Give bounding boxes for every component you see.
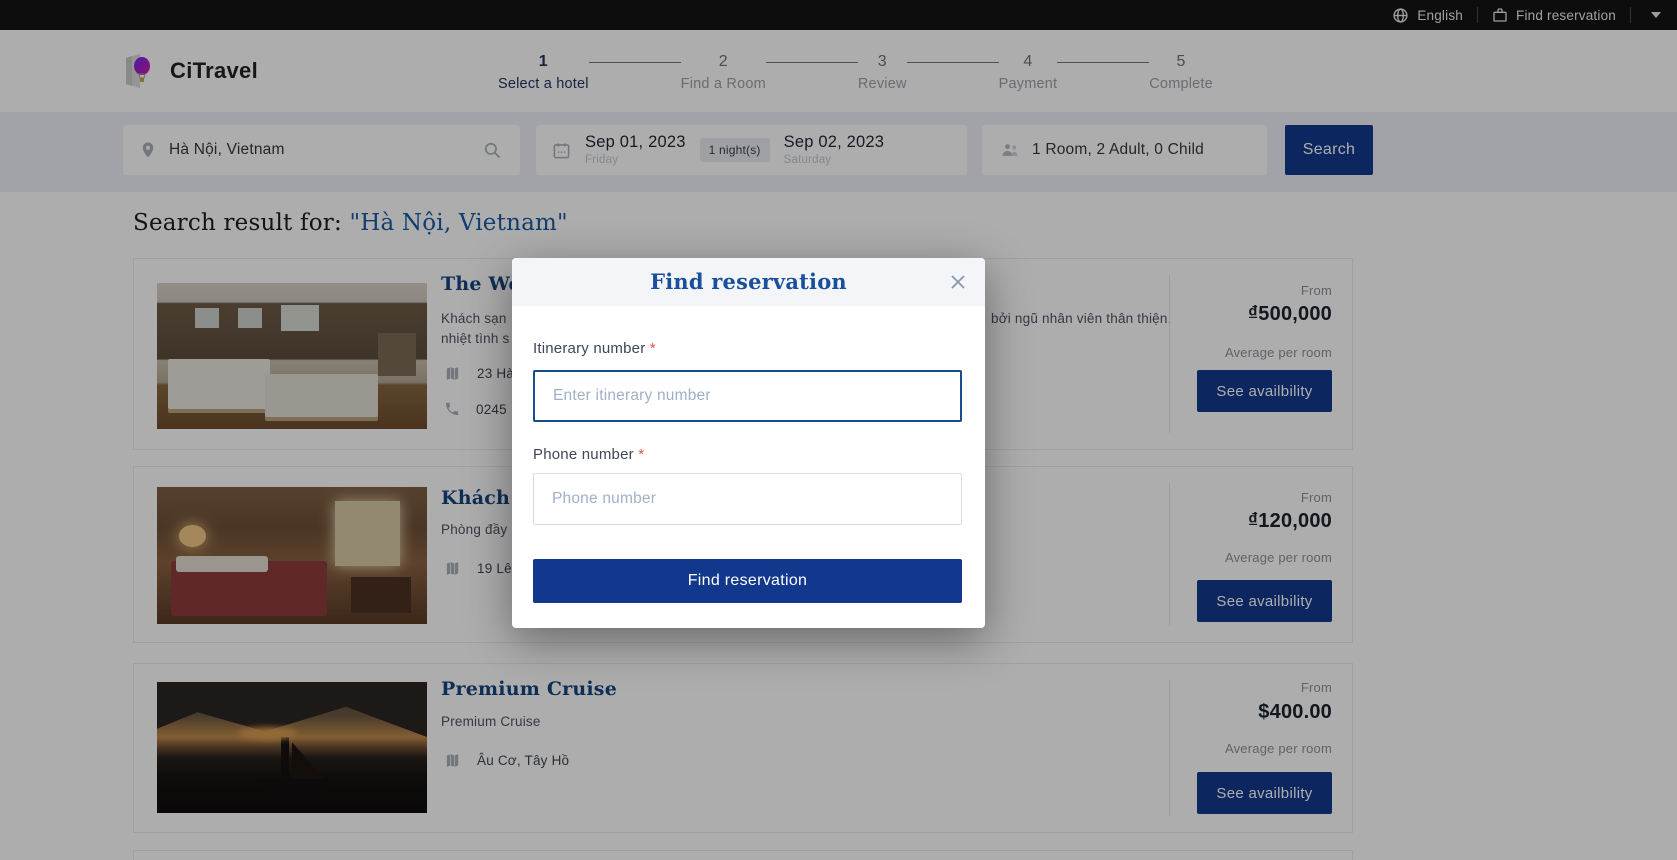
itinerary-label: Itinerary number * [533,340,656,357]
modal-header: Find reservation [512,258,985,306]
phone-input[interactable] [533,473,962,525]
phone-label: Phone number * [533,446,644,463]
phone-label-text: Phone number [533,446,634,463]
close-icon[interactable] [947,271,969,293]
itinerary-input[interactable] [533,370,962,422]
required-asterisk: * [650,340,656,357]
modal-title: Find reservation [512,258,985,306]
required-asterisk: * [638,446,644,463]
find-reservation-submit-button[interactable]: Find reservation [533,559,962,603]
itinerary-label-text: Itinerary number [533,340,645,357]
page: English Find reservation [0,0,1677,860]
find-reservation-modal: Find reservation Itinerary number * Phon… [512,258,985,628]
